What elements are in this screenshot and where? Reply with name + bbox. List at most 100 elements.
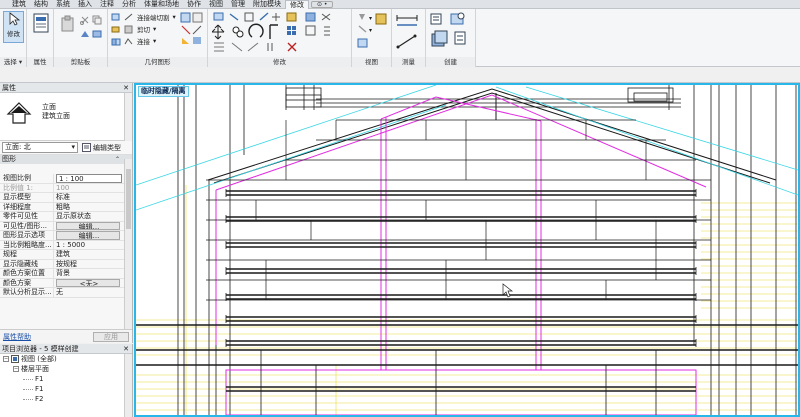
- property-value[interactable]: 背景: [54, 269, 124, 278]
- copy-icon[interactable]: [92, 15, 102, 25]
- type-selector-scrollbar[interactable]: [124, 93, 132, 141]
- options-bar: [0, 67, 800, 83]
- modify-button[interactable]: 修改: [3, 11, 24, 43]
- properties-scrollbar[interactable]: [124, 159, 132, 330]
- ribbon-tab-10[interactable]: 附加模块: [249, 0, 285, 9]
- svg-text:▾: ▾: [369, 15, 372, 22]
- tree-collapse-icon[interactable]: −: [13, 366, 19, 372]
- ribbon-tab-4[interactable]: 注释: [96, 0, 118, 9]
- instance-row: 立面: 北 编辑类型: [0, 141, 132, 155]
- magenta-outline: [215, 94, 707, 415]
- panel-title-properties: 属性: [27, 57, 53, 67]
- contextual-tab-toggle[interactable]: ⊙ •: [311, 0, 334, 8]
- create-tools-icons[interactable]: [429, 12, 473, 52]
- ribbon-tab-1[interactable]: 结构: [30, 0, 52, 9]
- property-key: 比例值 1:: [0, 183, 54, 192]
- paste-button[interactable]: [60, 15, 76, 33]
- browser-tree-item[interactable]: F1: [0, 374, 132, 384]
- elevation-view-icon: [6, 102, 32, 124]
- project-browser-scrollbar[interactable]: [124, 354, 132, 417]
- ribbon-tab-9[interactable]: 管理: [227, 0, 249, 9]
- property-value[interactable]: 建筑: [54, 250, 124, 259]
- properties-icon: [33, 13, 48, 33]
- ribbon-tab-6[interactable]: 体量和场地: [140, 0, 183, 9]
- view-instance-select[interactable]: 立面: 北: [2, 142, 78, 153]
- tree-collapse-icon[interactable]: −: [3, 356, 9, 362]
- properties-palette: 属性 ✕ 立面 建筑立面 立面: 北 编辑类型 图形 ⌃ 视图比例1 :: [0, 83, 133, 343]
- property-edit-button[interactable]: 编辑...: [56, 221, 120, 230]
- ribbon-tab-3[interactable]: 插入: [74, 0, 96, 9]
- edit-type-icon: [82, 143, 91, 152]
- ribbon-tab-2[interactable]: 系统: [52, 0, 74, 9]
- browser-tree-item[interactable]: − 视图 (全部): [0, 354, 132, 364]
- property-key: 显示模型: [0, 193, 54, 202]
- cope-button[interactable]: 连接端切割 ▾: [111, 12, 176, 22]
- tree-connector: [23, 398, 33, 400]
- browser-tree-item[interactable]: F2: [0, 394, 132, 404]
- panel-select: 修改 选择 ▾: [0, 9, 27, 67]
- property-value[interactable]: 按规程: [54, 260, 124, 269]
- paste-aligned-icon[interactable]: [92, 29, 102, 39]
- tree-item-label: 楼层平面: [21, 365, 49, 373]
- browser-tree-item[interactable]: F1: [0, 384, 132, 394]
- elevation-drawing[interactable]: [136, 85, 798, 415]
- property-value[interactable]: 1 : 5000: [54, 241, 124, 250]
- chevron-up-icon[interactable]: ⌃: [115, 155, 120, 164]
- edit-type-label: 编辑类型: [93, 143, 121, 152]
- geometry-tools-icons[interactable]: [180, 12, 204, 46]
- property-key: 详细程度: [0, 202, 54, 211]
- property-row: 零件可见性 显示原状态: [0, 212, 124, 222]
- cut-icon[interactable]: [80, 15, 90, 25]
- properties-help-link[interactable]: 属性帮助: [3, 332, 31, 342]
- project-browser: 项目浏览器 - 5 模样创建 ✕ − 视图 (全部) − 楼层平面 F1 F1 F2: [0, 344, 133, 417]
- browser-tree-item[interactable]: − 楼层平面: [0, 364, 132, 374]
- modify-tools-icons[interactable]: [212, 11, 350, 55]
- property-value[interactable]: 标准: [54, 193, 124, 202]
- property-key: 可见性/图形...: [0, 221, 54, 230]
- property-value[interactable]: 1 : 100: [56, 174, 122, 183]
- panel-properties: 属性: [27, 9, 54, 67]
- property-key: 显示隐藏线: [0, 259, 54, 268]
- close-icon[interactable]: ✕: [123, 83, 129, 93]
- cut-geometry-button[interactable]: 剪切 ▾: [111, 24, 156, 34]
- property-value[interactable]: 粗略: [54, 203, 124, 212]
- close-icon[interactable]: ✕: [123, 344, 129, 354]
- ribbon-tab-11[interactable]: 修改: [285, 0, 309, 9]
- property-row: 图形显示选项 编辑...: [0, 231, 124, 241]
- cope-cut-icon: [124, 13, 133, 20]
- properties-scrollbar-thumb[interactable]: [126, 169, 131, 229]
- properties-button[interactable]: [32, 13, 49, 39]
- views-folder-icon: [11, 355, 19, 363]
- property-value[interactable]: 无: [54, 288, 124, 297]
- view-tools-icons[interactable]: ▾ ▾: [356, 12, 390, 52]
- drawing-canvas[interactable]: 临时隐藏/隔离: [134, 83, 800, 417]
- property-row: 规程 建筑: [0, 250, 124, 260]
- property-key: 规程: [0, 250, 54, 259]
- join-icon-2: [124, 37, 133, 44]
- ribbon-tab-5[interactable]: 分析: [118, 0, 140, 9]
- property-edit-button[interactable]: <无>: [56, 278, 120, 287]
- edit-type-button[interactable]: 编辑类型: [82, 143, 121, 153]
- property-key: 默认分析显示...: [0, 288, 54, 297]
- join-label: 连接: [137, 38, 150, 46]
- ribbon-tab-0[interactable]: 建筑: [8, 0, 30, 9]
- property-value[interactable]: 显示原状态: [54, 212, 124, 221]
- revit-window: 建筑 结构 系统 插入 注释 分析 体量和场地 协作 视图 管理 附加模块 修改 ⊙ • 修改 选择 ▾…: [0, 0, 800, 417]
- panel-title-select[interactable]: 选择 ▾: [0, 57, 26, 67]
- join-button[interactable]: 连接 ▾: [111, 36, 156, 46]
- cope-drop[interactable]: ▾: [173, 13, 176, 21]
- measure-tools-icons[interactable]: [395, 12, 425, 52]
- panel-view: ▾ ▾ 视图: [352, 9, 392, 67]
- property-edit-button[interactable]: 编辑...: [56, 231, 120, 240]
- type-selector[interactable]: 立面 建筑立面: [0, 93, 132, 141]
- cut-geometry-drop[interactable]: ▾: [153, 25, 156, 33]
- group-graphics[interactable]: 图形 ⌃: [0, 155, 132, 164]
- ribbon-tab-7[interactable]: 协作: [183, 0, 205, 9]
- properties-palette-header: 属性 ✕: [0, 83, 132, 93]
- ribbon-tab-8[interactable]: 视图: [205, 0, 227, 9]
- property-row: 颜色方案位置 背景: [0, 269, 124, 279]
- match-properties-icon[interactable]: [80, 29, 90, 39]
- panel-title-view: 视图: [352, 57, 391, 67]
- join-drop[interactable]: ▾: [153, 37, 156, 45]
- apply-button[interactable]: 应用: [93, 331, 129, 342]
